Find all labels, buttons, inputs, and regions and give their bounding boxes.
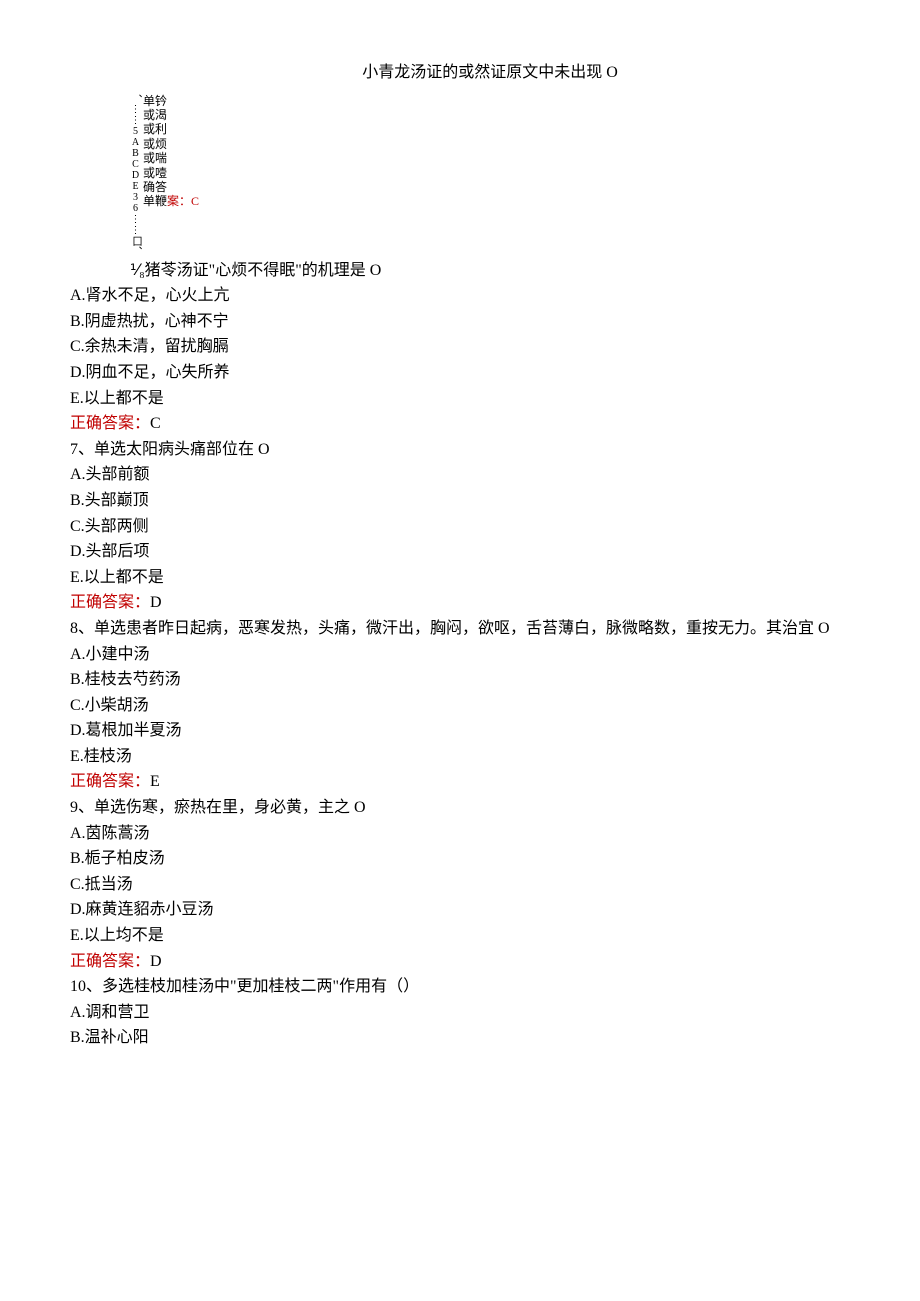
- q9-opt-c: C.抵当汤: [70, 872, 850, 898]
- q7-stem: 7、单选太阳病头痛部位在 O: [70, 437, 850, 463]
- q6-opt-b: B.阴虚热扰，心神不宁: [70, 309, 850, 335]
- q8-opt-d: D.葛根加半夏汤: [70, 718, 850, 744]
- q9-opt-b: B.栀子柏皮汤: [70, 846, 850, 872]
- q9-opt-d: D.麻黄连貂赤小豆汤: [70, 897, 850, 923]
- q7-answer: 正确答案：D: [70, 590, 850, 616]
- q9-answer: 正确答案：D: [70, 949, 850, 975]
- q6-answer: 正确答案：C: [70, 411, 850, 437]
- q9-opt-a: A.茵陈蒿汤: [70, 821, 850, 847]
- q10-stem: 10、多选桂枝加桂汤中"更加桂枝二两"作用有（）: [70, 974, 850, 1000]
- vertical-options: 单钤 或渴 或利 或烦 或喘 或噎 确答 单鞭案：C: [143, 94, 199, 209]
- answer-label: 正确答案：: [70, 415, 150, 432]
- v-opt: 或利: [143, 122, 199, 136]
- q7-opt-e: E.以上都不是: [70, 565, 850, 591]
- q9-opt-e: E.以上均不是: [70, 923, 850, 949]
- v-opt: 单鞭案：C: [143, 194, 199, 208]
- q9-stem: 9、单选伤寒，瘀热在里，身必黄，主之 O: [70, 795, 850, 821]
- q8-opt-b: B.桂枝去芍药汤: [70, 667, 850, 693]
- q6-opt-c: C.余热未清，留扰胸膈: [70, 334, 850, 360]
- answer-text: 案：C: [167, 194, 199, 208]
- vertical-block: 、⋮⋮5ABCDE36⋮⋮囗、 单钤 或渴 或利 或烦 或喘 或噎 确答 单鞭案…: [70, 94, 850, 256]
- q10-opt-b: B.温补心阳: [70, 1025, 850, 1051]
- q8-answer: 正确答案：E: [70, 769, 850, 795]
- q6-opt-d: D.阴血不足，心失所养: [70, 360, 850, 386]
- q6-opt-e: E.以上都不是: [70, 386, 850, 412]
- q8-opt-a: A.小建中汤: [70, 642, 850, 668]
- answer-value: C: [150, 415, 161, 432]
- answer-label: 正确答案：: [70, 773, 150, 790]
- v-opt: 或噎: [143, 166, 199, 180]
- q7-opt-c: C.头部两侧: [70, 514, 850, 540]
- q6-stem: ⅟₈猪苓汤证"心烦不得眠"的机理是 O: [130, 258, 850, 284]
- answer-value: E: [150, 773, 160, 790]
- page-title: 小青龙汤证的或然证原文中未出现 O: [130, 60, 850, 86]
- answer-label: 正确答案：: [70, 594, 150, 611]
- q10-opt-a: A.调和营卫: [70, 1000, 850, 1026]
- answer-label: 正确答案：: [70, 953, 150, 970]
- q7-opt-a: A.头部前额: [70, 462, 850, 488]
- answer-value: D: [150, 953, 162, 970]
- v-opt: 确答: [143, 180, 199, 194]
- v-opt: 或渴: [143, 108, 199, 122]
- q6-opt-a: A.肾水不足，心火上亢: [70, 283, 850, 309]
- q8-stem: 8、单选患者昨日起病，恶寒发热，头痛，微汗出，胸闷，欲呕，舌苔薄白，脉微略数，重…: [70, 616, 850, 642]
- v-opt: 单钤: [143, 94, 199, 108]
- vertical-column: 、⋮⋮5ABCDE36⋮⋮囗、: [130, 94, 141, 256]
- v-opt: 或烦: [143, 137, 199, 151]
- q8-opt-c: C.小柴胡汤: [70, 693, 850, 719]
- v-opt: 或喘: [143, 151, 199, 165]
- answer-value: D: [150, 594, 162, 611]
- q7-opt-b: B.头部巅顶: [70, 488, 850, 514]
- q7-opt-d: D.头部后项: [70, 539, 850, 565]
- q8-opt-e: E.桂枝汤: [70, 744, 850, 770]
